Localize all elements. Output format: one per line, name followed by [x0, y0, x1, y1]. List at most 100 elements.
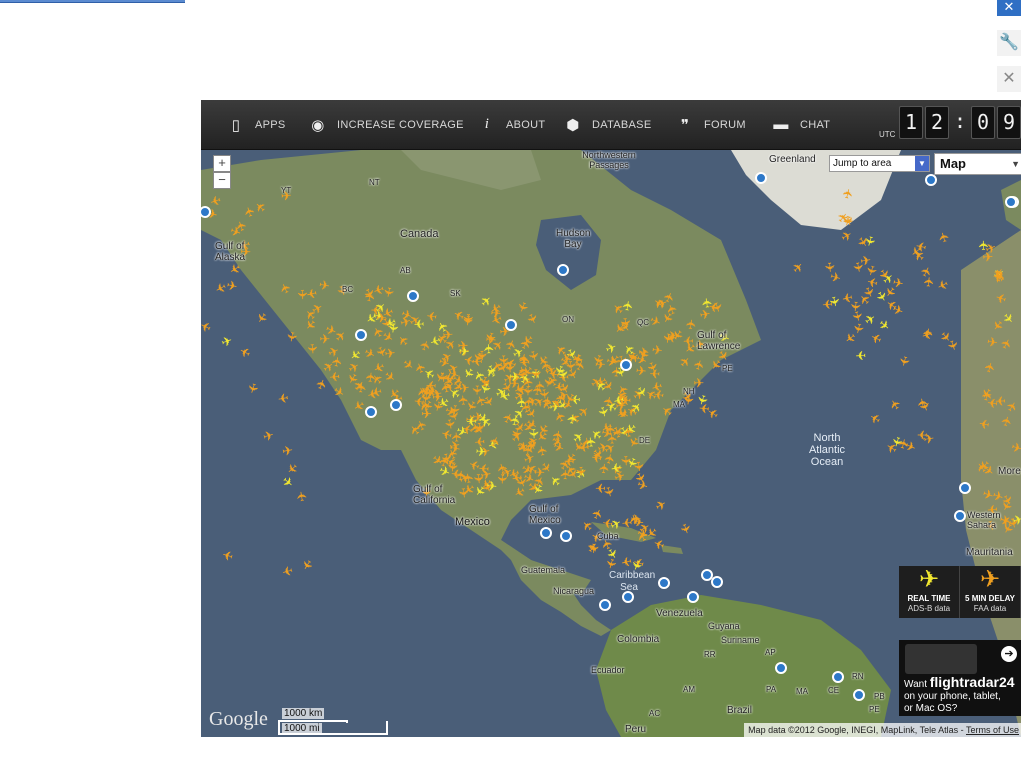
- aircraft-icon[interactable]: ✈: [838, 227, 855, 246]
- aircraft-icon[interactable]: ✈: [425, 308, 438, 324]
- aircraft-icon[interactable]: ✈: [865, 274, 879, 291]
- aircraft-icon[interactable]: ✈: [281, 442, 294, 459]
- close-icon[interactable]: ✕: [997, 0, 1021, 16]
- aircraft-icon[interactable]: ✈: [826, 295, 843, 309]
- airport-marker[interactable]: [557, 264, 569, 276]
- legend-delay[interactable]: ✈ 5 MIN DELAY FAA data: [960, 566, 1021, 618]
- arrow-right-icon[interactable]: ➔: [1001, 646, 1017, 662]
- airport-marker[interactable]: [701, 569, 713, 581]
- aircraft-icon[interactable]: ✈: [977, 416, 990, 433]
- aircraft-icon[interactable]: ✈: [563, 453, 575, 469]
- map-type-select[interactable]: Map ▼: [934, 153, 1021, 175]
- airport-marker[interactable]: [775, 662, 787, 674]
- airport-marker[interactable]: [687, 591, 699, 603]
- aircraft-icon[interactable]: ✈: [485, 332, 498, 348]
- airport-marker[interactable]: [711, 576, 723, 588]
- aircraft-icon[interactable]: ✈: [683, 318, 699, 331]
- aircraft-icon[interactable]: ✈: [295, 289, 310, 301]
- airport-marker[interactable]: [560, 530, 572, 542]
- browser-tab-strip[interactable]: [0, 0, 185, 3]
- nav-apps[interactable]: ▯ APPS: [225, 100, 286, 149]
- aircraft-icon[interactable]: ✈: [460, 313, 475, 325]
- aircraft-icon[interactable]: ✈: [603, 424, 618, 435]
- aircraft-icon[interactable]: ✈: [619, 553, 633, 570]
- aircraft-icon[interactable]: ✈: [350, 396, 367, 415]
- aircraft-icon[interactable]: ✈: [319, 332, 330, 347]
- aircraft-icon[interactable]: ✈: [394, 332, 413, 350]
- airport-marker[interactable]: [540, 527, 552, 539]
- aircraft-icon[interactable]: ✈: [225, 277, 239, 294]
- airport-marker[interactable]: [925, 174, 937, 186]
- flight-map[interactable]: ✈ ✈ ✈ ✈ ✈ ✈ ✈ ✈ ✈ ✈ ✈ ✈ ✈ ✈ ✈ ✈ ✈ ✈ ✈ ✈ ✈ ✈ ✈ ✈ ✈ ✈ ✈ ✈ ✈ ✈ ✈ ✈ ✈ ✈ ✈ ✈ ✈ ✈ ✈ ✈…: [201, 150, 1021, 737]
- aircraft-icon[interactable]: ✈: [318, 277, 331, 294]
- aircraft-icon[interactable]: ✈: [365, 385, 380, 402]
- aircraft-icon[interactable]: ✈: [651, 342, 664, 358]
- aircraft-icon[interactable]: ✈: [647, 312, 663, 330]
- google-logo[interactable]: Google: [209, 708, 268, 731]
- aircraft-icon[interactable]: ✈: [573, 466, 588, 477]
- airport-marker[interactable]: [658, 577, 670, 589]
- aircraft-icon[interactable]: ✈: [384, 345, 397, 361]
- aircraft-icon[interactable]: ✈: [201, 317, 214, 335]
- aircraft-icon[interactable]: ✈: [298, 556, 317, 573]
- aircraft-icon[interactable]: ✈: [677, 521, 695, 536]
- aircraft-icon[interactable]: ✈: [304, 343, 320, 355]
- aircraft-icon[interactable]: ✈: [219, 333, 234, 351]
- aircraft-icon[interactable]: ✈: [849, 309, 866, 323]
- aircraft-icon[interactable]: ✈: [1005, 516, 1021, 530]
- nav-forum[interactable]: ❞ FORUM: [674, 100, 746, 149]
- aircraft-icon[interactable]: ✈: [283, 330, 300, 343]
- airport-marker[interactable]: [355, 329, 367, 341]
- legend-realtime[interactable]: ✈ REAL TIME ADS-B data: [899, 566, 960, 618]
- aircraft-icon[interactable]: ✈: [458, 380, 471, 397]
- aircraft-icon[interactable]: ✈: [363, 371, 379, 384]
- aircraft-icon[interactable]: ✈: [280, 562, 295, 579]
- nav-about[interactable]: i ABOUT: [476, 100, 545, 149]
- wrench-icon[interactable]: 🔧: [997, 30, 1021, 56]
- aircraft-icon[interactable]: ✈: [935, 230, 953, 245]
- aircraft-icon[interactable]: ✈: [578, 439, 590, 455]
- aircraft-icon[interactable]: ✈: [228, 223, 243, 241]
- aircraft-icon[interactable]: ✈: [822, 261, 838, 273]
- aircraft-icon[interactable]: ✈: [916, 427, 927, 442]
- aircraft-icon[interactable]: ✈: [220, 547, 235, 565]
- aircraft-icon[interactable]: ✈: [998, 414, 1015, 429]
- aircraft-icon[interactable]: ✈: [472, 409, 484, 425]
- aircraft-icon[interactable]: ✈: [855, 348, 867, 364]
- aircraft-icon[interactable]: ✈: [789, 258, 807, 276]
- nav-increase-coverage[interactable]: ◉ INCREASE COVERAGE: [307, 100, 464, 149]
- airport-marker[interactable]: [954, 510, 966, 522]
- aircraft-icon[interactable]: ✈: [453, 469, 469, 481]
- aircraft-icon[interactable]: ✈: [981, 360, 998, 375]
- airport-marker[interactable]: [832, 671, 844, 683]
- airport-marker[interactable]: [755, 172, 767, 184]
- aircraft-icon[interactable]: ✈: [475, 444, 487, 460]
- aircraft-icon[interactable]: ✈: [294, 490, 311, 503]
- aircraft-icon[interactable]: ✈: [886, 396, 905, 413]
- aircraft-icon[interactable]: ✈: [244, 381, 262, 396]
- aircraft-icon[interactable]: ✈: [313, 377, 331, 393]
- zoom-out-button[interactable]: −: [213, 172, 231, 189]
- aircraft-icon[interactable]: ✈: [839, 187, 856, 201]
- zoom-in-button[interactable]: +: [213, 155, 231, 172]
- aircraft-icon[interactable]: ✈: [474, 350, 490, 362]
- airport-marker[interactable]: [853, 689, 865, 701]
- aircraft-icon[interactable]: ✈: [859, 252, 872, 269]
- airport-marker[interactable]: [390, 399, 402, 411]
- aircraft-icon[interactable]: ✈: [252, 309, 271, 327]
- terms-of-use-link[interactable]: Terms of Use: [966, 725, 1019, 735]
- aircraft-icon[interactable]: ✈: [618, 455, 634, 467]
- aircraft-icon[interactable]: ✈: [595, 481, 606, 496]
- aircraft-icon[interactable]: ✈: [237, 343, 254, 361]
- aircraft-icon[interactable]: ✈: [693, 375, 704, 390]
- nav-database[interactable]: ⬢ DATABASE: [562, 100, 651, 149]
- nav-chat[interactable]: ▬ CHAT: [770, 100, 830, 149]
- aircraft-icon[interactable]: ✈: [494, 473, 510, 485]
- aircraft-icon[interactable]: ✈: [276, 280, 294, 296]
- aircraft-icon[interactable]: ✈: [330, 383, 348, 402]
- close-gray-icon[interactable]: ✕: [997, 66, 1021, 92]
- airport-marker[interactable]: [620, 359, 632, 371]
- aircraft-icon[interactable]: ✈: [261, 427, 276, 445]
- aircraft-icon[interactable]: ✈: [896, 354, 913, 369]
- airport-marker[interactable]: [365, 406, 377, 418]
